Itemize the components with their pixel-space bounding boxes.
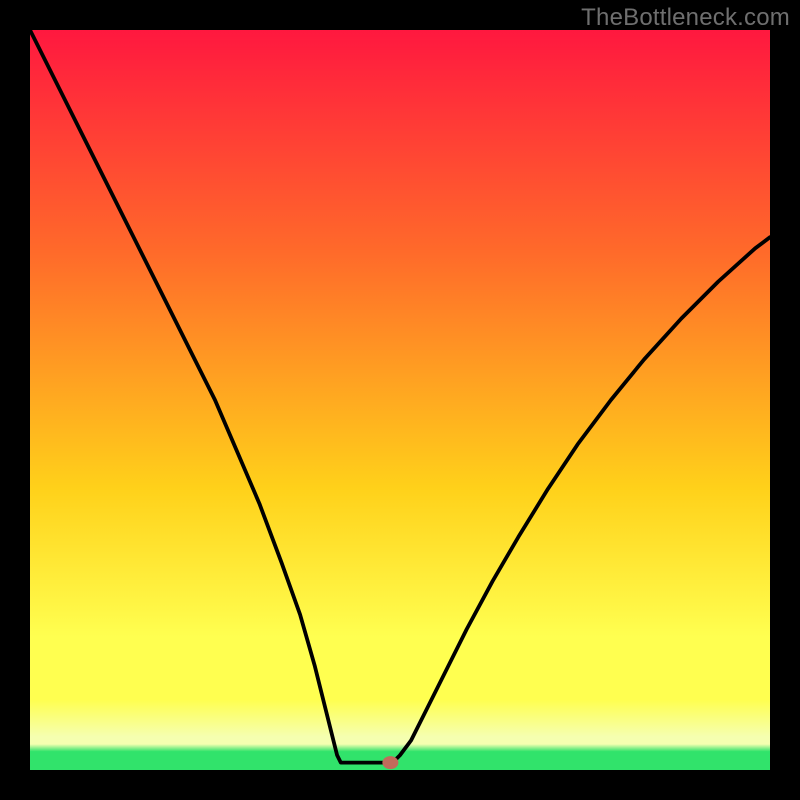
optimal-point-marker (382, 756, 398, 769)
gradient-background (30, 30, 770, 770)
plot-area (30, 30, 770, 770)
chart-frame: TheBottleneck.com (0, 0, 800, 800)
watermark-text: TheBottleneck.com (581, 4, 790, 32)
plot-svg (30, 30, 770, 770)
